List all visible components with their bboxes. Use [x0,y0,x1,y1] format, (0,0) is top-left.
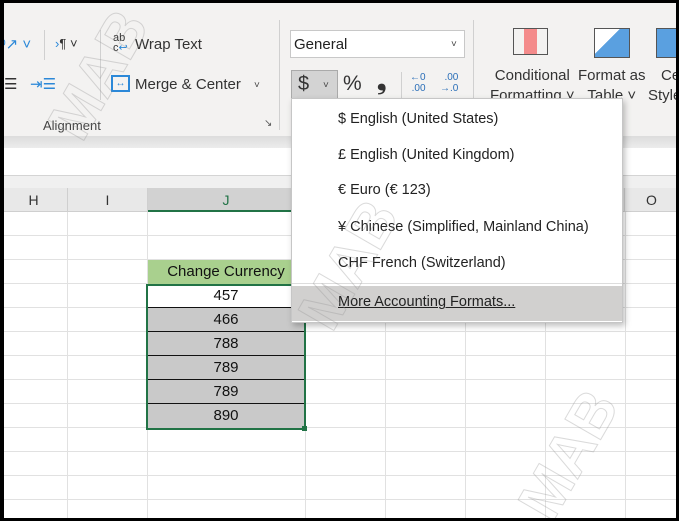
table-header-cell[interactable]: Change Currency [148,260,304,284]
percent-style-button[interactable]: % [343,72,362,96]
menu-item-gbp[interactable]: £ English (United Kingdom) [338,147,515,163]
column-header-o[interactable]: O [625,188,679,212]
column-header-j[interactable]: J [148,188,305,212]
alignment-group-label: Alignment [43,118,101,133]
decrease-indent-icon[interactable]: ☰ [4,75,17,93]
menu-item-cny[interactable]: ¥ Chinese (Simplified, Mainland China) [338,219,589,235]
merge-center-icon: ↔ [111,75,130,92]
conditional-formatting-icon [513,28,548,55]
fill-handle[interactable] [302,426,307,431]
accounting-format-button[interactable]: $ ˅ [291,70,338,99]
menu-item-usd[interactable]: $ English (United States) [338,111,498,127]
format-as-table-icon [594,28,630,58]
text-direction-icon[interactable]: ›¶ ˅ [55,36,78,51]
menu-separator [292,283,622,284]
column-header-i[interactable]: I [68,188,148,212]
cell-styles-button[interactable]: Ce Style [648,66,679,106]
column-header-h[interactable]: H [0,188,68,212]
wrap-text-icon: ab c↩ [113,32,128,54]
number-format-select[interactable]: General ˅ [290,30,465,58]
wrap-text-button[interactable]: Wrap Text [135,36,202,53]
chevron-down-icon: ˅ [451,39,457,50]
decrease-decimal-button[interactable]: .00 →.0 [440,72,458,94]
increase-decimal-button[interactable]: ←0 .00 [410,72,426,94]
selection-range [146,284,306,430]
menu-item-eur[interactable]: € Euro (€ 123) [338,182,431,198]
comma-style-button[interactable]: ❟ [377,68,386,96]
cell-styles-icon [656,28,679,58]
orientation-icon[interactable]: ᵖ↗ ˅ [0,35,31,53]
menu-item-more-formats[interactable]: More Accounting Formats... [292,286,622,321]
increase-indent-icon[interactable]: ⇥☰ [30,75,56,93]
dollar-icon: $ [298,73,310,95]
merge-center-button[interactable]: Merge & Center [135,76,241,93]
menu-item-chf[interactable]: CHF French (Switzerland) [338,255,506,271]
dialog-launcher-icon[interactable]: ↘ [264,118,272,129]
chevron-down-icon[interactable]: ˅ [323,80,329,91]
accounting-format-menu: $ English (United States) £ English (Uni… [291,98,623,323]
merge-dropdown-icon[interactable]: ˅ [254,80,260,91]
